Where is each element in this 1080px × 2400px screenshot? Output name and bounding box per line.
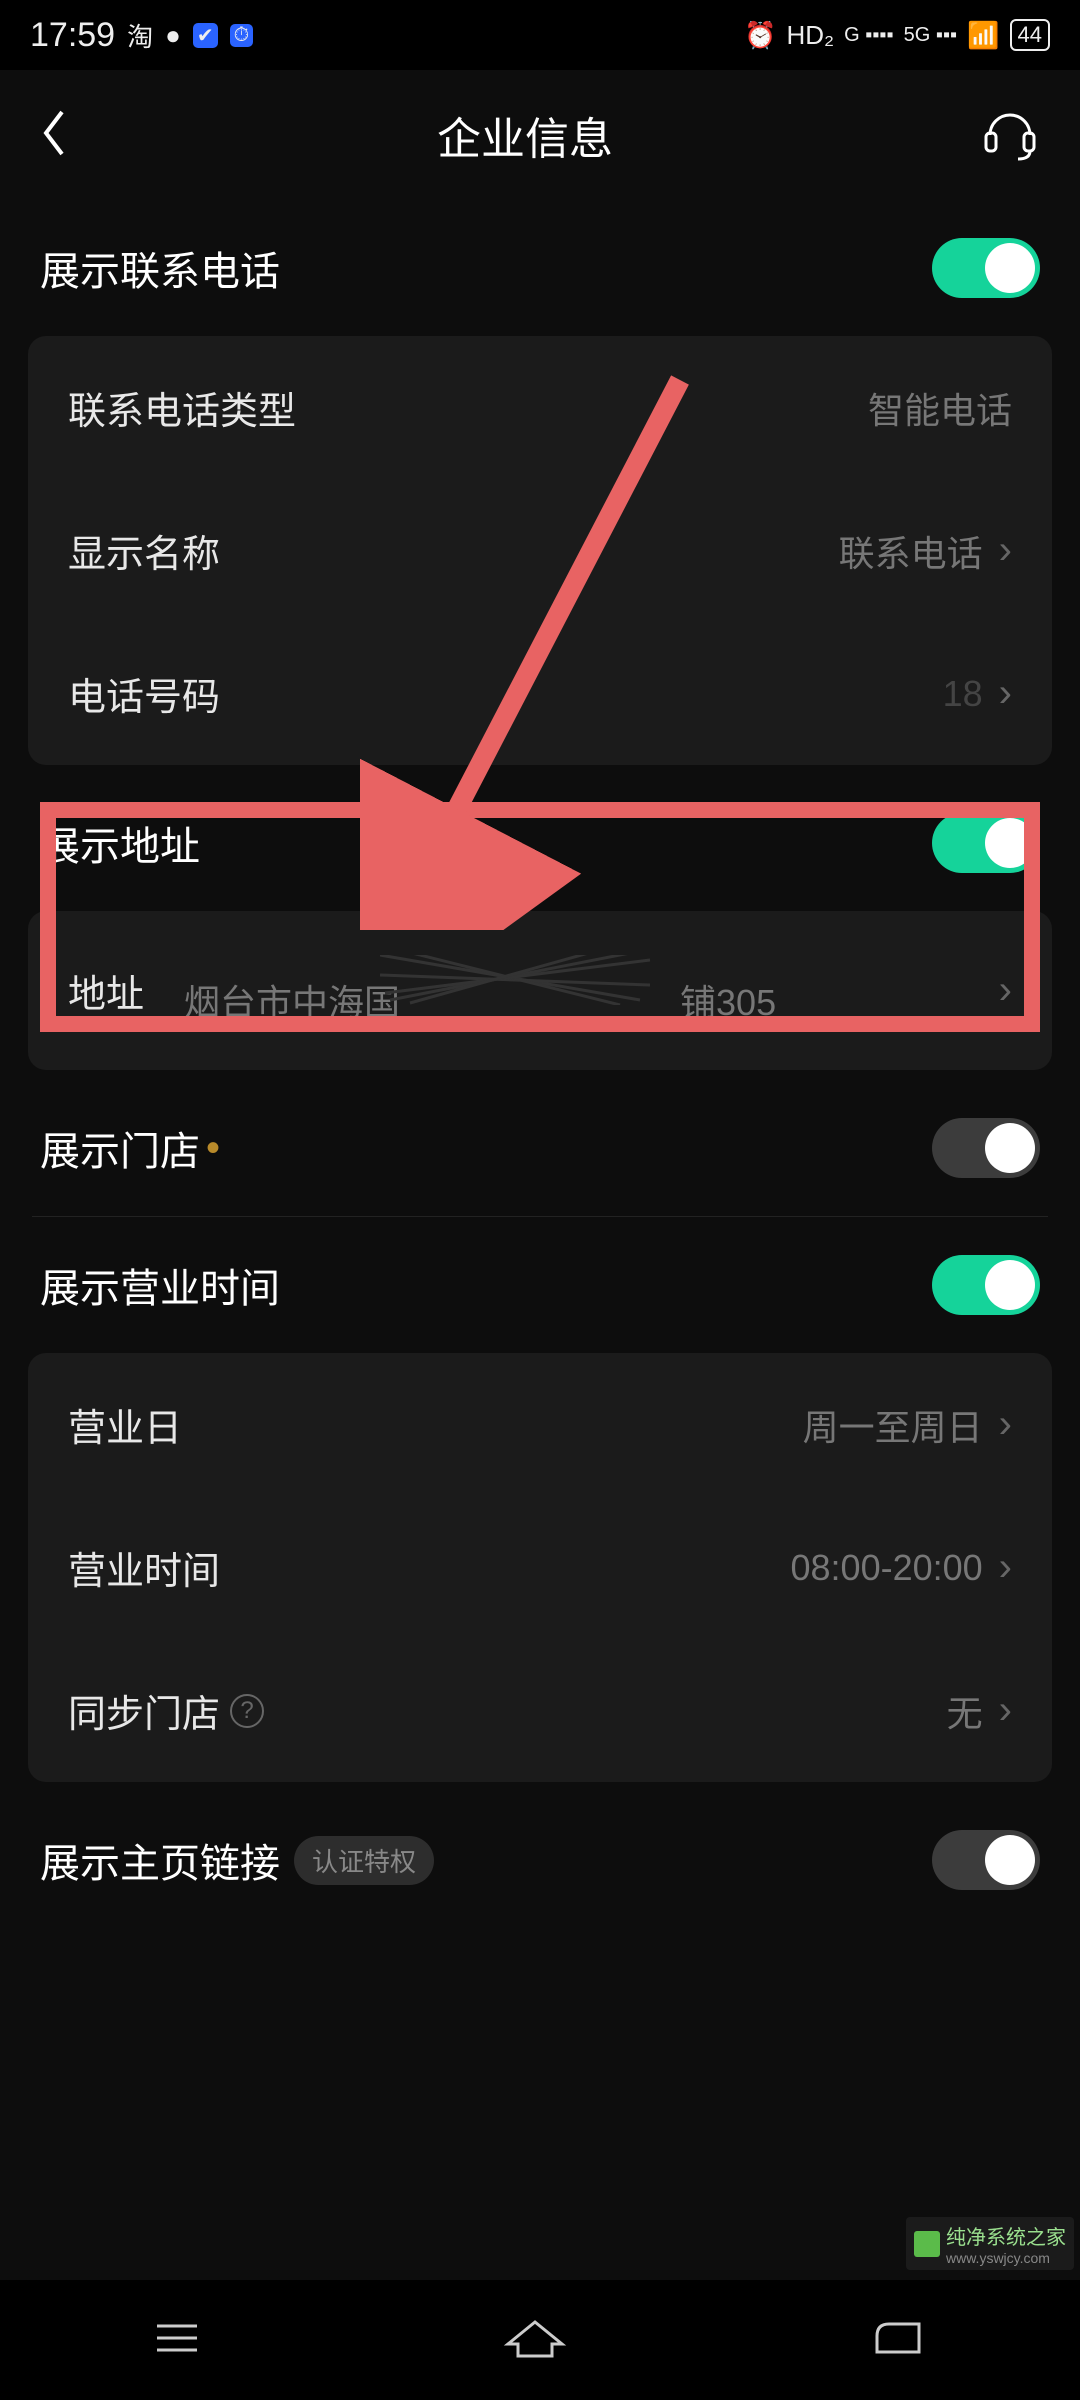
watermark: 纯净系统之家 www.yswjcy.com bbox=[906, 2217, 1074, 2270]
toggle-show-phone[interactable] bbox=[932, 238, 1040, 298]
battery-icon: 44 bbox=[1010, 19, 1050, 51]
status-bar: 17:59 淘 ● ✔ ⏱ ⏰ HD₂ G ▪▪▪▪ 5G ▪▪▪ 📶 44 bbox=[0, 0, 1080, 70]
page-title: 企业信息 bbox=[437, 103, 613, 167]
row-business-hours[interactable]: 营业时间 08:00-20:00› bbox=[28, 1496, 1052, 1639]
toggle-label: 展示主页链接 bbox=[40, 1831, 280, 1889]
hours-card: 营业日 周一至周日› 营业时间 08:00-20:00› 同步门店? 无› bbox=[28, 1353, 1052, 1782]
shield-icon: ✔ bbox=[193, 23, 218, 48]
chevron-right-icon: › bbox=[999, 1688, 1012, 1733]
phone-card: 联系电话类型 智能电话 显示名称 联系电话› 电话号码 18› bbox=[28, 336, 1052, 765]
toggle-label: 展示门店 bbox=[40, 1119, 200, 1177]
wifi-icon: 📶 bbox=[967, 20, 999, 51]
back-button[interactable] bbox=[40, 108, 70, 163]
row-business-days[interactable]: 营业日 周一至周日› bbox=[28, 1353, 1052, 1496]
watermark-logo-icon bbox=[914, 2231, 940, 2257]
system-nav-bar bbox=[0, 2280, 1080, 2400]
section-toggle-address: 展示地址 bbox=[28, 775, 1052, 911]
alarm-icon: ⏰ bbox=[744, 20, 776, 51]
chevron-right-icon: › bbox=[999, 1545, 1012, 1590]
toggle-label: 展示联系电话 bbox=[40, 239, 280, 297]
section-toggle-store: 展示门店• bbox=[28, 1080, 1052, 1216]
nav-recent-button[interactable] bbox=[147, 2316, 207, 2365]
chevron-right-icon: › bbox=[999, 528, 1012, 573]
toggle-label: 展示地址 bbox=[40, 814, 200, 872]
section-toggle-link: 展示主页链接认证特权 bbox=[28, 1792, 1052, 1928]
signal-g-icon: G ▪▪▪▪ bbox=[844, 24, 893, 47]
nav-home-button[interactable] bbox=[500, 2316, 570, 2365]
auth-badge: 认证特权 bbox=[294, 1836, 434, 1885]
toggle-show-link[interactable] bbox=[932, 1830, 1040, 1890]
redacted-text bbox=[400, 955, 680, 1015]
chevron-right-icon: › bbox=[999, 671, 1012, 716]
chevron-right-icon: › bbox=[999, 968, 1012, 1013]
toggle-show-address[interactable] bbox=[932, 813, 1040, 873]
toggle-show-hours[interactable] bbox=[932, 1255, 1040, 1315]
page-header: 企业信息 bbox=[0, 70, 1080, 200]
timer-icon: ⏱ bbox=[230, 24, 254, 47]
hd-icon: HD₂ bbox=[786, 20, 834, 51]
address-card: 地址 烟台市中海国 铺305 › bbox=[28, 911, 1052, 1070]
nav-back-button[interactable] bbox=[863, 2316, 933, 2365]
help-icon[interactable]: ? bbox=[230, 1694, 264, 1728]
status-time: 17:59 bbox=[30, 16, 115, 55]
customer-service-button[interactable] bbox=[980, 103, 1040, 168]
toggle-label: 展示营业时间 bbox=[40, 1256, 280, 1314]
row-display-name[interactable]: 显示名称 联系电话› bbox=[28, 479, 1052, 622]
row-address[interactable]: 地址 烟台市中海国 铺305 › bbox=[28, 911, 1052, 1070]
taobao-icon: 淘 bbox=[127, 17, 153, 54]
chevron-right-icon: › bbox=[999, 1402, 1012, 1447]
toggle-show-store[interactable] bbox=[932, 1118, 1040, 1178]
dot-icon: ● bbox=[165, 20, 181, 51]
new-dot-icon: • bbox=[206, 1126, 220, 1171]
section-toggle-hours: 展示营业时间 bbox=[28, 1217, 1052, 1353]
row-phone-type[interactable]: 联系电话类型 智能电话 bbox=[28, 336, 1052, 479]
row-sync-store[interactable]: 同步门店? 无› bbox=[28, 1639, 1052, 1782]
section-toggle-phone: 展示联系电话 bbox=[28, 200, 1052, 336]
row-phone-number[interactable]: 电话号码 18› bbox=[28, 622, 1052, 765]
signal-5g-icon: 5G ▪▪▪ bbox=[904, 24, 958, 47]
